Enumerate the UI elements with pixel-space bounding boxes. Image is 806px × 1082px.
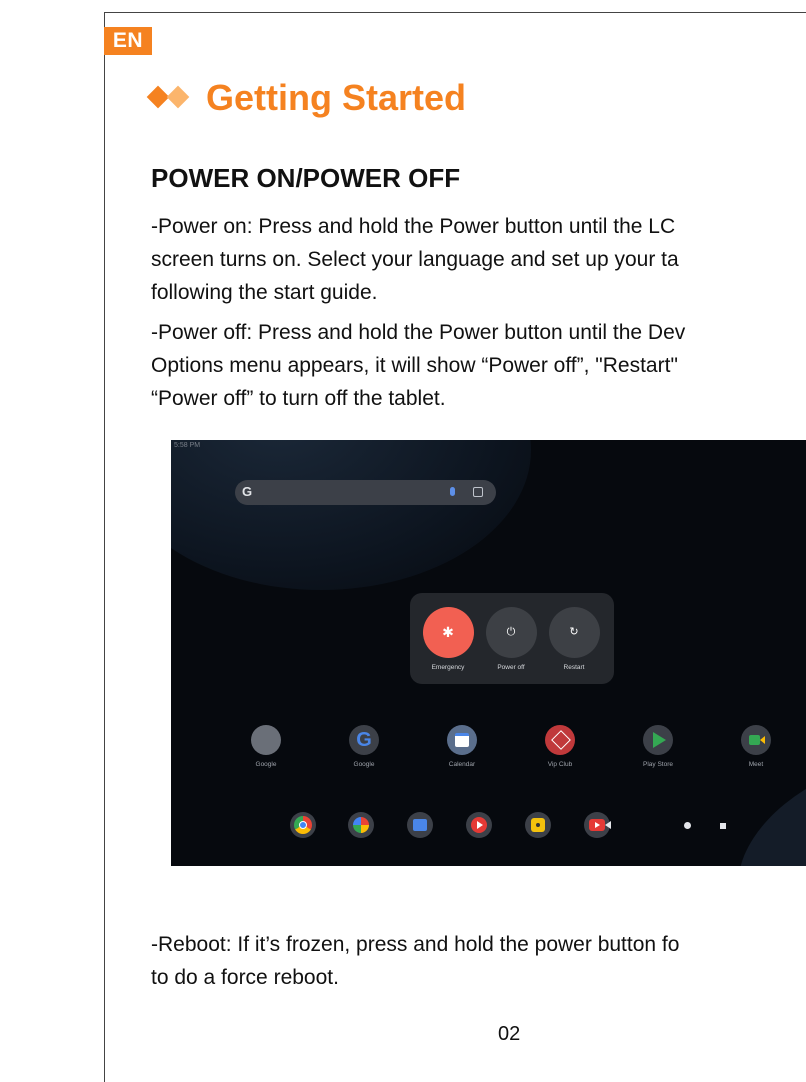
- nav-back-icon[interactable]: [605, 821, 611, 829]
- power-icon: ⏻: [485, 607, 537, 658]
- wallpaper-shape: [171, 440, 531, 590]
- diamond-bullet-icon: [146, 76, 198, 120]
- reboot-paragraph: -Reboot: If it’s frozen, press and hold …: [151, 928, 806, 994]
- nav-home-icon[interactable]: [684, 822, 691, 829]
- lens-icon[interactable]: [473, 487, 483, 497]
- app-meet[interactable]: Meet: [724, 725, 788, 768]
- app-label: Google: [255, 761, 277, 768]
- app-label: Meet: [748, 761, 764, 768]
- app-label: Calendar: [448, 761, 476, 768]
- microphone-icon[interactable]: [450, 487, 455, 496]
- files-icon[interactable]: [407, 812, 433, 838]
- power-off-button[interactable]: ⏻ Power off: [481, 607, 541, 671]
- power-menu: ✱ Emergency ⏻ Power off ↻ Restart: [410, 593, 614, 684]
- emergency-button[interactable]: ✱ Emergency: [418, 607, 478, 671]
- paragraph-line: -Power on: Press and hold the Power butt…: [151, 215, 676, 238]
- google-search-bar[interactable]: G: [235, 480, 496, 505]
- power-on-paragraph: -Power on: Press and hold the Power butt…: [151, 210, 806, 309]
- paragraph-line: -Power off: Press and hold the Power but…: [151, 321, 686, 344]
- power-off-paragraph: -Power off: Press and hold the Power but…: [151, 316, 806, 415]
- section-header: Getting Started: [146, 76, 466, 120]
- power-menu-label: Restart: [563, 664, 585, 671]
- youtube-music-icon[interactable]: [466, 812, 492, 838]
- section-title: Getting Started: [206, 77, 467, 118]
- photos-icon[interactable]: [348, 812, 374, 838]
- paragraph-line: -Reboot: If it’s frozen, press and hold …: [151, 933, 680, 956]
- google-g-icon: G: [349, 725, 379, 755]
- meet-icon: [741, 725, 771, 755]
- paragraph-line: to do a force reboot.: [151, 966, 339, 989]
- paragraph-line: Options menu appears, it will show “Powe…: [151, 354, 678, 377]
- status-bar-time: 5:58 PM: [174, 442, 201, 449]
- app-google[interactable]: G Google: [332, 725, 396, 768]
- power-menu-label: Power off: [497, 664, 525, 671]
- nav-recents-icon[interactable]: [720, 823, 726, 829]
- tablet-screenshot: 5:58 PM G ✱ Emergency ⏻ Power off ↻ Rest…: [171, 440, 806, 866]
- vip-club-icon: [545, 725, 575, 755]
- power-menu-label: Emergency: [431, 664, 465, 671]
- paragraph-line: screen turns on. Select your language an…: [151, 248, 679, 271]
- camera-icon[interactable]: [525, 812, 551, 838]
- restart-icon: ↻: [548, 607, 600, 658]
- chrome-icon[interactable]: [290, 812, 316, 838]
- app-calendar[interactable]: Calendar: [430, 725, 494, 768]
- asterisk-icon: ✱: [422, 607, 474, 658]
- sub-heading: POWER ON/POWER OFF: [151, 163, 461, 193]
- calendar-icon: [447, 725, 477, 755]
- app-label: Play Store: [643, 761, 673, 768]
- page-number: 02: [498, 1023, 521, 1045]
- paragraph-line: “Power off” to turn off the tablet.: [151, 387, 446, 410]
- restart-button[interactable]: ↻ Restart: [544, 607, 604, 671]
- language-badge: EN: [104, 27, 152, 55]
- app-google-folder[interactable]: Google: [234, 725, 298, 768]
- app-play-store[interactable]: Play Store: [626, 725, 690, 768]
- app-label: Vip Club: [547, 761, 573, 768]
- app-label: Google: [353, 761, 375, 768]
- google-logo-icon: G: [242, 484, 253, 499]
- paragraph-line: following the start guide.: [151, 281, 378, 304]
- app-vip-club[interactable]: Vip Club: [528, 725, 592, 768]
- play-store-icon: [643, 725, 673, 755]
- google-folder-icon: [251, 725, 281, 755]
